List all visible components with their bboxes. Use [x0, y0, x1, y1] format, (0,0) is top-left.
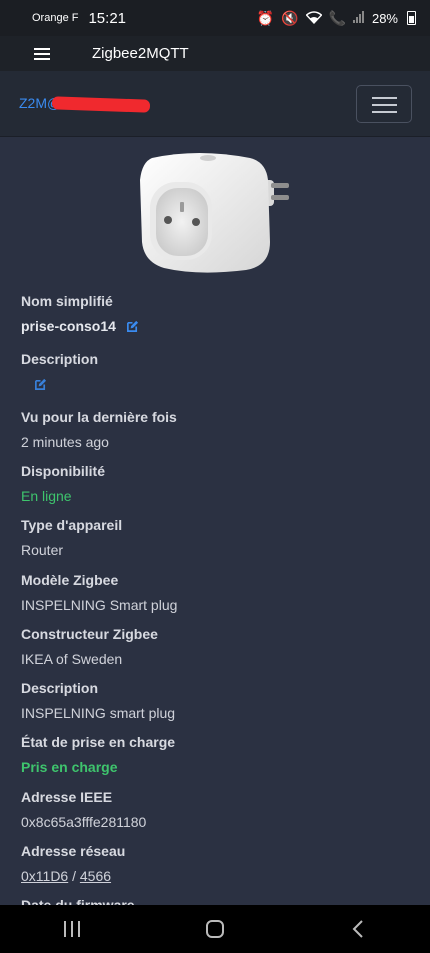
menu-icon[interactable] — [34, 47, 50, 60]
device-image — [140, 153, 289, 273]
field-zigbee-manufacturer: Constructeur Zigbee IKEA of Sweden — [21, 626, 158, 667]
field-label: Vu pour la dernière fois — [21, 409, 177, 425]
field-model-description: Description INSPELNING smart plug — [21, 680, 175, 721]
field-zigbee-model: Modèle Zigbee INSPELNING Smart plug — [21, 572, 177, 613]
field-label: Adresse IEEE — [21, 789, 113, 805]
network-address-separator: / — [68, 868, 80, 884]
field-label: Nom simplifié — [21, 293, 113, 309]
clock: 15:21 — [88, 9, 127, 27]
field-value: 2 minutes ago — [21, 434, 109, 450]
home-icon[interactable] — [195, 909, 235, 949]
field-label: Modèle Zigbee — [21, 572, 119, 588]
field-label: Constructeur Zigbee — [21, 626, 158, 642]
field-value: Pris en charge — [21, 759, 118, 775]
network-address-dec[interactable]: 4566 — [80, 868, 111, 884]
wifi-icon — [305, 10, 323, 26]
field-availability: Disponibilité En ligne — [21, 463, 105, 504]
field-value: 0x11D6 / 4566 — [21, 868, 125, 884]
field-value — [21, 376, 98, 394]
status-bar: Orange F 15:21 ⏰ 🔇 📞 28% — [0, 0, 430, 36]
field-value: IKEA of Sweden — [21, 651, 123, 667]
friendly-name-value: prise-conso14 — [21, 318, 116, 334]
app-bar: Zigbee2MQTT — [0, 36, 430, 71]
field-label: Description — [21, 351, 99, 367]
field-network-address: Adresse réseau 0x11D6 / 4566 — [21, 843, 125, 884]
signal-icon — [352, 11, 365, 25]
field-value: Router — [21, 542, 64, 558]
system-navigation-bar — [0, 905, 430, 953]
field-value: INSPELNING Smart plug — [21, 597, 178, 613]
network-address-hex[interactable]: 0x11D6 — [21, 868, 68, 884]
field-value: prise-conso14 — [21, 318, 139, 336]
battery-icon — [407, 11, 416, 25]
field-last-seen: Vu pour la dernière fois 2 minutes ago — [21, 409, 177, 450]
wifi-calling-icon: 📞 — [328, 10, 346, 26]
field-support-status: État de prise en charge Pris en charge — [21, 734, 175, 775]
field-label: Adresse réseau — [21, 843, 126, 859]
navbar-toggle-button[interactable] — [356, 85, 412, 123]
field-label: Description — [21, 680, 99, 696]
app-title: Zigbee2MQTT — [92, 45, 189, 62]
field-ieee-address: Adresse IEEE 0x8c65a3fffe281180 — [21, 789, 146, 830]
field-label: Type d'appareil — [21, 517, 123, 533]
status-icons: ⏰ 🔇 📞 28% — [257, 11, 416, 26]
field-value: 0x8c65a3fffe281180 — [21, 814, 147, 830]
back-icon[interactable] — [338, 909, 378, 949]
edit-icon[interactable] — [34, 378, 47, 394]
field-label: Disponibilité — [21, 463, 105, 479]
recents-icon[interactable] — [52, 909, 92, 949]
field-value: INSPELNING smart plug — [21, 705, 176, 721]
alarm-icon: ⏰ — [256, 10, 275, 26]
site-navbar: Z2M@ — [0, 71, 430, 137]
carrier-name: Orange F — [32, 12, 79, 24]
edit-icon[interactable] — [126, 320, 139, 336]
field-label: État de prise en charge — [21, 734, 176, 750]
mute-icon: 🔇 — [281, 10, 299, 26]
field-description: Description — [21, 351, 98, 394]
redaction-mark — [51, 96, 151, 113]
field-value: En ligne — [21, 488, 72, 504]
field-friendly-name: Nom simplifié prise-conso14 — [21, 293, 139, 336]
battery-percent: 28% — [371, 10, 398, 26]
field-device-type: Type d'appareil Router — [21, 517, 122, 558]
